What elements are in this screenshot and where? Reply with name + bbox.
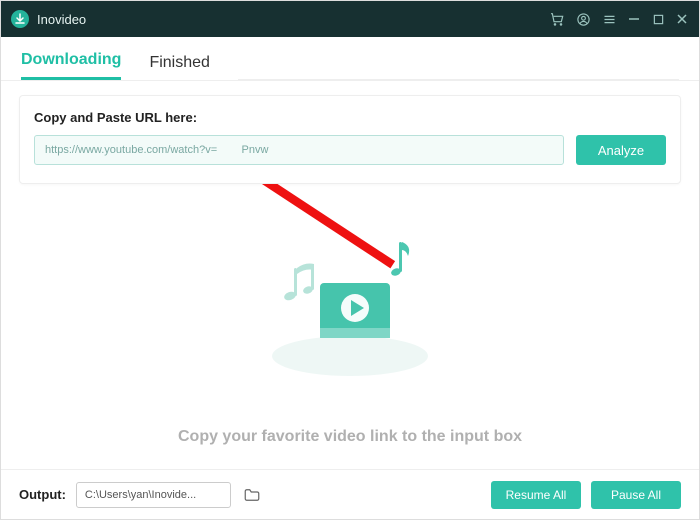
pause-all-button[interactable]: Pause All: [591, 481, 681, 509]
empty-state: Copy your favorite video link to the inp…: [1, 184, 699, 469]
empty-illustration: [250, 228, 450, 388]
browse-folder-button[interactable]: [241, 484, 263, 506]
output-path[interactable]: C:\Users\yan\Inovide...: [76, 482, 231, 508]
tabs: Downloading Finished: [1, 37, 699, 81]
close-button[interactable]: [675, 12, 689, 26]
tab-finished[interactable]: Finished: [149, 54, 209, 80]
account-icon[interactable]: [575, 11, 591, 27]
tab-downloading[interactable]: Downloading: [21, 51, 121, 80]
titlebar: Inovideo: [1, 1, 699, 37]
maximize-button[interactable]: [651, 12, 665, 26]
minimize-button[interactable]: [627, 12, 641, 26]
empty-hint: Copy your favorite video link to the inp…: [178, 428, 522, 446]
app-window: Inovideo Downloading Finished: [0, 0, 700, 520]
resume-all-button[interactable]: Resume All: [491, 481, 581, 509]
url-row: Analyze: [34, 135, 666, 165]
analyze-button[interactable]: Analyze: [576, 135, 666, 165]
url-input[interactable]: [34, 135, 564, 165]
titlebar-right: [549, 11, 689, 27]
output-label: Output:: [19, 487, 66, 502]
app-logo-icon: [11, 10, 29, 28]
url-card: Copy and Paste URL here: Analyze: [19, 95, 681, 184]
tabs-divider: [238, 79, 679, 80]
url-label: Copy and Paste URL here:: [34, 110, 666, 125]
cart-icon[interactable]: [549, 11, 565, 27]
menu-icon[interactable]: [601, 11, 617, 27]
app-title: Inovideo: [37, 12, 549, 27]
footer: Output: C:\Users\yan\Inovide... Resume A…: [1, 469, 699, 519]
